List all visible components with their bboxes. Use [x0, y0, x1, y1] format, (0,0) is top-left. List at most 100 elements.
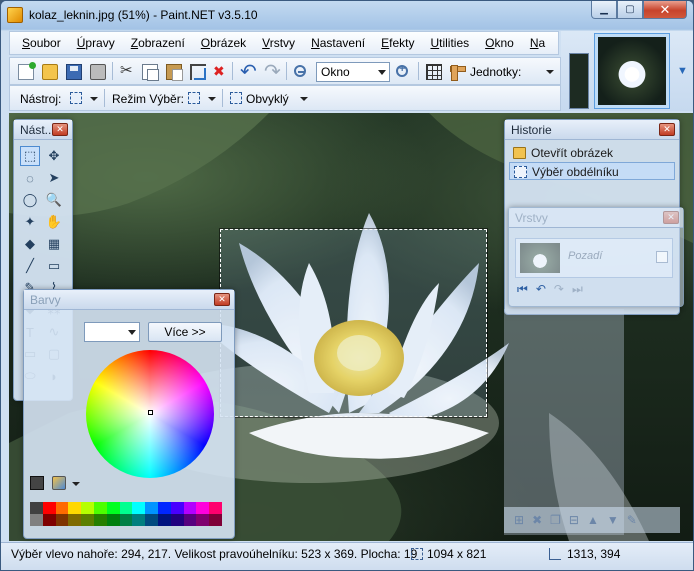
palette-color-swatch[interactable]: [145, 502, 158, 514]
move-selection-tool-icon[interactable]: ✥: [44, 146, 64, 166]
palette-color-swatch[interactable]: [183, 514, 197, 526]
palette-color-swatch[interactable]: [119, 514, 133, 526]
palette-color-swatch[interactable]: [209, 514, 222, 526]
rewind-icon[interactable]: ⏮: [517, 282, 528, 297]
antialias-dropdown-arrow[interactable]: [300, 97, 308, 101]
gradient-tool-icon[interactable]: ▦: [44, 234, 64, 254]
palette-color-swatch[interactable]: [30, 514, 43, 526]
lasso-select-tool-icon[interactable]: ◌: [20, 168, 40, 188]
palette-color-swatch[interactable]: [81, 502, 94, 514]
undo-icon[interactable]: [240, 59, 257, 84]
history-item-rect-select[interactable]: Výběr obdélníku: [509, 162, 675, 180]
pan-tool-icon[interactable]: ✋: [44, 212, 64, 232]
paint-bucket-tool-icon[interactable]: ◆: [20, 234, 40, 254]
deselect-icon[interactable]: [212, 63, 228, 80]
close-icon[interactable]: ✕: [52, 123, 68, 136]
palette-color-swatch[interactable]: [157, 514, 171, 526]
palette-color-swatch[interactable]: [183, 502, 197, 514]
colors-panel-title[interactable]: Barvy ✕: [24, 290, 234, 310]
palette-color-swatch[interactable]: [132, 502, 146, 514]
minimize-button[interactable]: ▁: [591, 1, 617, 19]
merge-layer-icon[interactable]: ⊟: [569, 513, 579, 527]
menu-vrstvy[interactable]: Vrstvy: [254, 36, 303, 50]
ellipse-select-tool-icon[interactable]: ◯: [20, 190, 40, 210]
delete-layer-icon[interactable]: ✖: [532, 513, 542, 527]
move-layer-up-icon[interactable]: ▲: [587, 513, 599, 527]
menu-soubor[interactable]: Soubor: [14, 36, 69, 50]
paste-icon[interactable]: [166, 64, 183, 81]
palette-color-swatch[interactable]: [196, 502, 210, 514]
layer-properties-icon[interactable]: ✎: [627, 513, 637, 527]
open-icon[interactable]: [42, 64, 58, 80]
palette-color-swatch[interactable]: [42, 502, 56, 514]
palette-color-swatch[interactable]: [55, 502, 69, 514]
print-icon[interactable]: [90, 64, 106, 80]
close-button[interactable]: ✕: [643, 1, 687, 19]
copy-icon[interactable]: [142, 64, 159, 81]
palette-color-swatch[interactable]: [132, 514, 146, 526]
palette-color-swatch[interactable]: [209, 502, 222, 514]
add-layer-icon[interactable]: ⊞: [514, 513, 524, 527]
history-item-open[interactable]: Otevřít obrázek: [509, 144, 675, 162]
color-wheel-marker[interactable]: [148, 410, 153, 415]
palette-color-swatch[interactable]: [170, 514, 184, 526]
primary-color-swatch[interactable]: [30, 476, 44, 490]
save-icon[interactable]: [66, 64, 82, 80]
zoom-select[interactable]: Okno: [316, 62, 390, 82]
palette-color-swatch[interactable]: [106, 514, 120, 526]
palette-color-swatch[interactable]: [93, 514, 107, 526]
antialias-label[interactable]: Obvyklý: [246, 92, 289, 106]
palette-color-swatch[interactable]: [93, 502, 107, 514]
zoom-out-icon[interactable]: [294, 65, 306, 77]
menu-upravy[interactable]: Úpravy: [69, 36, 123, 50]
zoom-in-icon[interactable]: [396, 63, 408, 77]
palette-color-swatch[interactable]: [68, 514, 82, 526]
menu-obrazek[interactable]: Obrázek: [193, 36, 254, 50]
ruler-icon[interactable]: [450, 65, 466, 81]
units-dropdown-arrow[interactable]: [546, 70, 554, 74]
menu-nastaveni[interactable]: Nastavení: [303, 36, 373, 50]
more-colors-button[interactable]: Více >>: [148, 322, 222, 342]
duplicate-layer-icon[interactable]: ❐: [550, 513, 561, 527]
move-layer-down-icon[interactable]: ▼: [607, 513, 619, 527]
selection-mode-dropdown-arrow[interactable]: [208, 97, 216, 101]
menu-efekty[interactable]: Efekty: [373, 36, 422, 50]
fast-forward-icon[interactable]: ⏭: [572, 282, 583, 297]
scroll-down-icon[interactable]: ▼: [677, 65, 689, 77]
close-icon[interactable]: ✕: [214, 293, 230, 306]
palette-dropdown-arrow[interactable]: [72, 482, 80, 486]
palette-color-swatch[interactable]: [145, 514, 158, 526]
history-panel-title[interactable]: Historie ✕: [505, 120, 679, 140]
maximize-button[interactable]: ▢: [617, 1, 643, 19]
cut-icon[interactable]: [120, 61, 136, 80]
redo-icon[interactable]: ↷: [554, 282, 564, 297]
new-image-icon[interactable]: [18, 62, 36, 80]
palette-menu-icon[interactable]: [52, 476, 66, 490]
tools-panel-title[interactable]: Nást... ✕: [14, 120, 72, 140]
palette-color-swatch[interactable]: [106, 502, 120, 514]
redo-icon[interactable]: [264, 59, 281, 84]
palette-color-swatch[interactable]: [30, 502, 43, 514]
palette-color-swatch[interactable]: [119, 502, 133, 514]
image-thumbnail-small[interactable]: [569, 53, 589, 109]
layers-panel-title[interactable]: Vrstvy ✕: [509, 208, 683, 228]
close-icon[interactable]: ✕: [659, 123, 675, 136]
palette-color-swatch[interactable]: [81, 514, 94, 526]
menu-napoveda[interactable]: Na: [522, 36, 553, 50]
rectangle-select-tool-icon[interactable]: ⬚: [20, 146, 40, 166]
palette-color-swatch[interactable]: [170, 502, 184, 514]
palette-color-swatch[interactable]: [55, 514, 69, 526]
eraser-tool-icon[interactable]: ▭: [44, 256, 64, 276]
palette-color-swatch[interactable]: [196, 514, 210, 526]
crop-to-selection-icon[interactable]: [190, 64, 206, 80]
move-selected-tool-icon[interactable]: ➤: [44, 168, 64, 188]
undo-icon[interactable]: ↶: [536, 282, 546, 297]
menu-okno[interactable]: Okno: [477, 36, 522, 50]
rectangle-selection[interactable]: [219, 228, 488, 418]
palette-color-swatch[interactable]: [42, 514, 56, 526]
close-icon[interactable]: ✕: [663, 211, 679, 224]
rectangle-select-icon[interactable]: [70, 92, 82, 104]
zoom-tool-icon[interactable]: 🔍: [44, 190, 64, 210]
magic-wand-tool-icon[interactable]: ✦: [20, 212, 40, 232]
palette-color-swatch[interactable]: [68, 502, 82, 514]
